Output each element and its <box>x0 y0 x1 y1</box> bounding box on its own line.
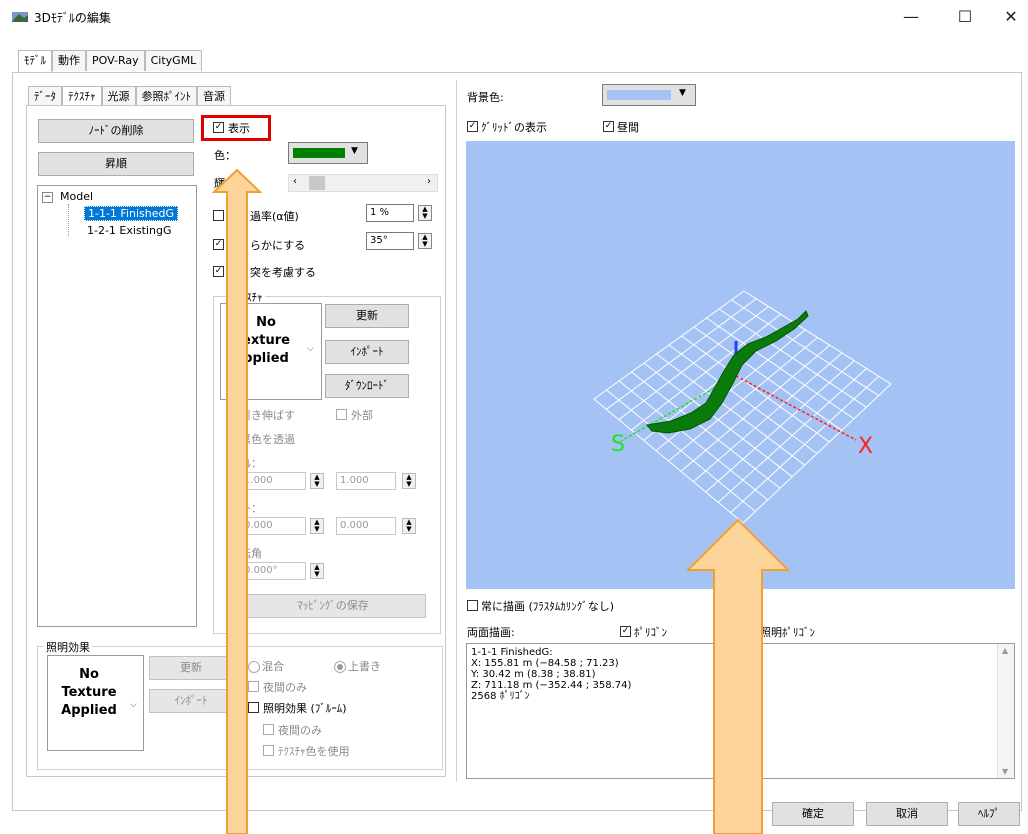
show-label: 表示 <box>228 122 250 135</box>
ascending-sort-button[interactable]: 昇順 <box>38 152 194 176</box>
cancel-button[interactable]: 取消 <box>866 802 948 826</box>
overwrite-label: 上書き <box>348 660 381 673</box>
tab-data[interactable]: ﾃﾞｰﾀ <box>28 86 62 107</box>
polygon-checkbox[interactable]: ✓ <box>620 626 631 637</box>
daytime-checkbox[interactable]: ✓ <box>603 121 614 132</box>
offset-x-spinner[interactable]: ▲ ▼ <box>310 518 324 534</box>
always-draw-checkbox[interactable] <box>467 600 478 611</box>
transparency-spinner[interactable]: ▲ ▼ <box>418 205 432 221</box>
tab-reference-point[interactable]: 参照ﾎﾟｲﾝﾄ <box>135 86 197 107</box>
tree-root[interactable]: Model <box>60 190 93 203</box>
color-dropdown[interactable]: ▼ <box>288 142 368 164</box>
overwrite-radio[interactable] <box>334 661 346 673</box>
scale-y-spinner[interactable]: ▲ ▼ <box>402 473 416 489</box>
tree-item-finished[interactable]: 1-1-1 FinishedG <box>84 206 179 221</box>
terrain-model <box>646 310 809 434</box>
brightness-slider[interactable]: ‹ › <box>288 174 438 192</box>
daytime-label: 昼間 <box>617 121 639 134</box>
slider-thumb[interactable] <box>309 176 325 190</box>
panel-divider <box>456 80 457 782</box>
bloom-night-only-label: 夜間のみ <box>278 724 322 737</box>
tree-line <box>68 204 70 236</box>
chevron-down-icon: ⌵ <box>130 700 137 710</box>
close-button[interactable]: ✕ <box>988 0 1028 34</box>
rotation-spinner[interactable]: ▲ ▼ <box>310 563 324 579</box>
grid-line <box>717 368 867 503</box>
maximize-button[interactable]: ☐ <box>942 0 988 34</box>
lighting-preview-line1: No <box>79 667 99 682</box>
info-scrollbar[interactable]: ▲ ▼ <box>997 644 1014 778</box>
night-only-label: 夜間のみ <box>263 681 307 694</box>
mix-label: 混合 <box>262 660 284 673</box>
tab-model[interactable]: ﾓﾃﾞﾙ <box>18 50 52 73</box>
scroll-left-icon[interactable]: ‹ <box>293 176 297 187</box>
chevron-down-icon: ⌵ <box>307 344 314 354</box>
lighting-preview-line3: Applied <box>61 703 117 718</box>
offset-y-input[interactable]: 0.000 <box>336 517 396 535</box>
grid-line <box>730 375 880 514</box>
smooth-angle-spinner[interactable]: ▲ ▼ <box>418 233 432 249</box>
scroll-right-icon[interactable]: › <box>427 176 431 187</box>
save-mapping-button[interactable]: ﾏｯﾋﾟﾝｸﾞの保存 <box>240 594 426 618</box>
background-color-dropdown[interactable]: ▼ <box>602 84 696 106</box>
lighting-preview-line2: Texture <box>61 685 117 700</box>
bloom-night-only-checkbox[interactable] <box>263 724 274 735</box>
background-color-swatch <box>607 90 671 100</box>
annotation-arrow-left <box>212 168 262 834</box>
scroll-down-icon[interactable]: ▼ <box>1002 767 1008 776</box>
s-axis-label: S <box>611 432 625 457</box>
lighting-preview[interactable]: No Texture Applied ⌵ <box>47 655 144 751</box>
tab-motion[interactable]: 動作 <box>52 50 86 71</box>
grid-line <box>606 389 756 512</box>
x-axis-label: X <box>858 434 873 459</box>
info-line: Z: 711.18 m (−352.44 ; 358.74) <box>471 680 632 691</box>
tab-povray[interactable]: POV-Ray <box>86 50 145 71</box>
scale-y-input[interactable]: 1.000 <box>336 472 396 490</box>
ground-grid <box>593 290 892 524</box>
delete-node-button[interactable]: ﾉｰﾄﾞの削除 <box>38 119 194 143</box>
background-color-label: 背景色: <box>467 91 504 104</box>
tab-citygml[interactable]: CityGML <box>144 50 203 71</box>
scroll-up-icon[interactable]: ▲ <box>1002 646 1008 655</box>
tree-item-existing[interactable]: 1-2-1 ExistingG <box>87 224 172 237</box>
info-line: 1-1-1 FinishedG: <box>471 647 553 658</box>
offset-y-spinner[interactable]: ▲ ▼ <box>402 518 416 534</box>
external-checkbox[interactable] <box>336 409 347 420</box>
smooth-angle-input[interactable]: 35° <box>366 232 414 250</box>
tab-light[interactable]: 光源 <box>101 86 136 107</box>
tab-sound[interactable]: 音源 <box>197 86 231 107</box>
tree-collapse-icon[interactable]: − <box>42 192 53 203</box>
lighting-group-legend: 照明効果 <box>44 639 92 655</box>
texture-import-button[interactable]: ｲﾝﾎﾟｰﾄ <box>325 340 409 364</box>
bloom-label: 照明効果 (ﾌﾞﾙｰﾑ) <box>263 702 347 715</box>
main-tab-strip: ﾓﾃﾞﾙ 動作 POV-Ray CityGML <box>18 50 203 73</box>
title-bar: 3Dﾓﾃﾞﾙの編集 — ☐ ✕ <box>0 0 1028 34</box>
info-line: Y: 30.42 m (8.38 ; 38.81) <box>471 669 596 680</box>
use-texture-color-label: ﾃｸｽﾁｬ色を使用 <box>278 745 350 758</box>
info-line: 2568 ﾎﾟﾘｺﾞﾝ <box>471 691 530 702</box>
window-title: 3Dﾓﾃﾞﾙの編集 <box>34 11 111 25</box>
grid-show-label: ｸﾞﾘｯﾄﾞの表示 <box>481 121 547 134</box>
grid-show-checkbox[interactable]: ✓ <box>467 121 478 132</box>
double-side-label: 両面描画: <box>467 626 515 639</box>
color-label: 色： <box>214 149 236 162</box>
transparency-input[interactable]: 1 % <box>366 204 414 222</box>
chevron-down-icon: ▼ <box>351 146 358 156</box>
external-label: 外部 <box>351 409 373 422</box>
texture-update-button[interactable]: 更新 <box>325 304 409 328</box>
show-checkbox[interactable]: ✓ <box>213 122 224 133</box>
use-texture-color-checkbox[interactable] <box>263 745 274 756</box>
polygon-label: ﾎﾟﾘｺﾞﾝ <box>634 626 667 639</box>
minimize-button[interactable]: — <box>888 0 934 34</box>
scale-x-spinner[interactable]: ▲ ▼ <box>310 473 324 489</box>
texture-download-button[interactable]: ﾀﾞｳﾝﾛｰﾄﾞ <box>325 374 409 398</box>
info-line: X: 155.81 m (−84.58 ; 71.23) <box>471 658 619 669</box>
chevron-down-icon: ▼ <box>679 88 686 98</box>
help-button[interactable]: ﾍﾙﾌﾟ <box>958 802 1020 826</box>
color-swatch <box>293 148 345 158</box>
always-draw-label: 常に描画 (ﾌﾗｽﾀﾑｶﾘﾝｸﾞなし) <box>481 600 615 613</box>
app-icon <box>12 12 28 22</box>
annotation-arrow-right <box>686 518 790 834</box>
model-tree: − Model 1-1-1 FinishedG 1-2-1 ExistingG <box>37 185 197 627</box>
